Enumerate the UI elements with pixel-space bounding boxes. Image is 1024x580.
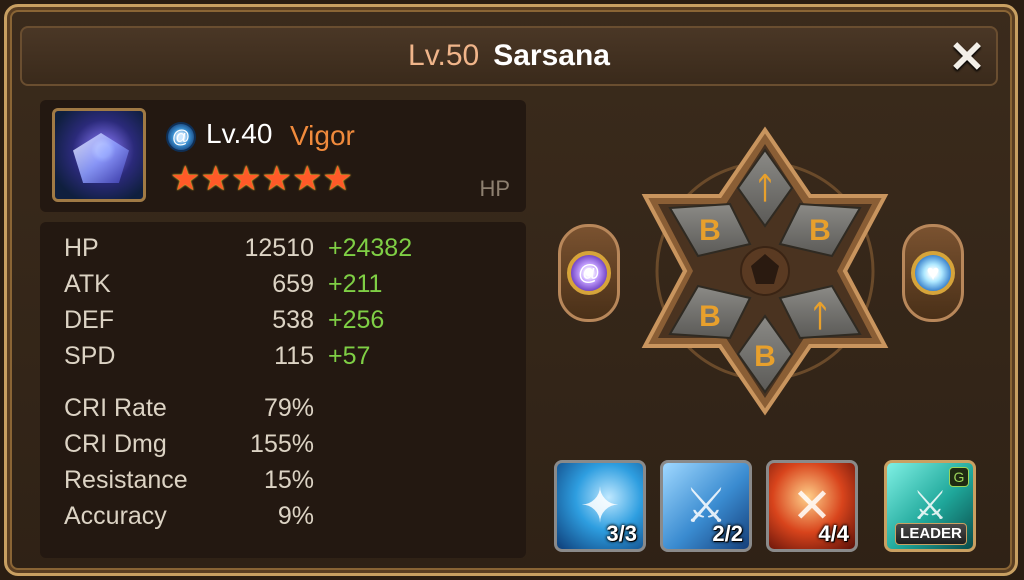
- leader-skill-button[interactable]: ⚔ G LEADER: [884, 460, 976, 552]
- stat-row-accuracy: Accuracy 9%: [64, 502, 504, 536]
- skill-level: 2/2: [712, 521, 743, 546]
- rune-hexagram: ᛏ B ᛏ B B B: [641, 126, 889, 416]
- header-monster-name: Sarsana: [493, 39, 610, 72]
- spiral-orb-icon: @: [567, 251, 611, 295]
- stat-label: DEF: [64, 306, 114, 334]
- skill-2-button[interactable]: ⚔ 2/2: [660, 460, 752, 552]
- monster-tag: HP: [479, 176, 510, 201]
- stat-row-def: DEF 538 +256: [64, 306, 504, 340]
- water-attribute-icon: @: [166, 122, 196, 152]
- title-bar: Lv.50 Sarsana ✕: [20, 26, 998, 86]
- skill-level: 3/3: [606, 521, 637, 546]
- stat-value: 9%: [277, 502, 314, 530]
- stat-value: 79%: [263, 394, 314, 422]
- star-rating: ★ ★ ★ ★ ★ ★: [170, 162, 353, 196]
- stat-row-cri-rate: CRI Rate 79%: [64, 394, 504, 428]
- stat-row-spd: SPD 115 +57: [64, 342, 504, 376]
- star-icon: ★: [322, 160, 353, 198]
- stat-row-atk: ATK 659 +211: [64, 270, 504, 304]
- close-icon[interactable]: ✕: [944, 33, 990, 82]
- svg-text:B: B: [754, 340, 776, 373]
- stat-label: HP: [64, 234, 99, 262]
- svg-text:B: B: [699, 300, 721, 333]
- stat-value: 12510: [244, 234, 314, 262]
- stat-value: 15%: [263, 466, 314, 494]
- stat-label: CRI Rate: [64, 394, 167, 422]
- guild-badge-icon: G: [949, 467, 969, 487]
- stat-row-resistance: Resistance 15%: [64, 466, 504, 500]
- stat-label: Resistance: [64, 466, 188, 494]
- stat-row-cri-dmg: CRI Dmg 155%: [64, 430, 504, 464]
- stats-panel: HP 12510 +24382 ATK 659 +211 DEF 538 +25…: [40, 222, 526, 558]
- leader-label: LEADER: [895, 523, 967, 545]
- svg-text:ᛏ: ᛏ: [756, 172, 774, 205]
- svg-text:ᛏ: ᛏ: [811, 300, 829, 333]
- stat-value: 115: [274, 342, 314, 370]
- star-icon: ★: [230, 160, 262, 198]
- svg-text:B: B: [809, 214, 831, 247]
- star-icon: ★: [261, 160, 292, 198]
- stat-bonus: +211: [328, 270, 383, 298]
- svg-text:B: B: [699, 214, 721, 247]
- artifact-slot-right[interactable]: ♥: [902, 224, 964, 322]
- header-level: Lv.50: [408, 39, 480, 72]
- stat-row-hp: HP 12510 +24382: [64, 234, 504, 268]
- heart-orb-icon: ♥: [911, 251, 955, 295]
- rune-set-name: Vigor: [290, 120, 355, 151]
- stat-value: 538: [272, 306, 314, 334]
- monster-summary: @ Lv.40 Vigor ★ ★ ★ ★ ★ ★ HP: [40, 100, 526, 212]
- stat-value: 659: [272, 270, 314, 298]
- stat-bonus: +57: [328, 342, 371, 370]
- stat-label: SPD: [64, 342, 116, 370]
- stat-label: ATK: [64, 270, 111, 298]
- monster-portrait[interactable]: [52, 108, 146, 202]
- stat-label: Accuracy: [64, 502, 167, 530]
- skill-level: 4/4: [818, 521, 849, 546]
- monster-level: Lv.40: [206, 118, 273, 149]
- stat-label: CRI Dmg: [64, 430, 167, 458]
- star-icon: ★: [200, 160, 231, 198]
- star-icon: ★: [170, 160, 201, 198]
- stat-bonus: +24382: [328, 234, 413, 262]
- stat-value: 155%: [250, 430, 314, 458]
- artifact-slot-left[interactable]: @: [558, 224, 620, 322]
- stat-bonus: +256: [328, 306, 385, 334]
- skill-3-button[interactable]: ✕ 4/4: [766, 460, 858, 552]
- star-icon: ★: [291, 160, 323, 198]
- skill-1-button[interactable]: ✦ 3/3: [554, 460, 646, 552]
